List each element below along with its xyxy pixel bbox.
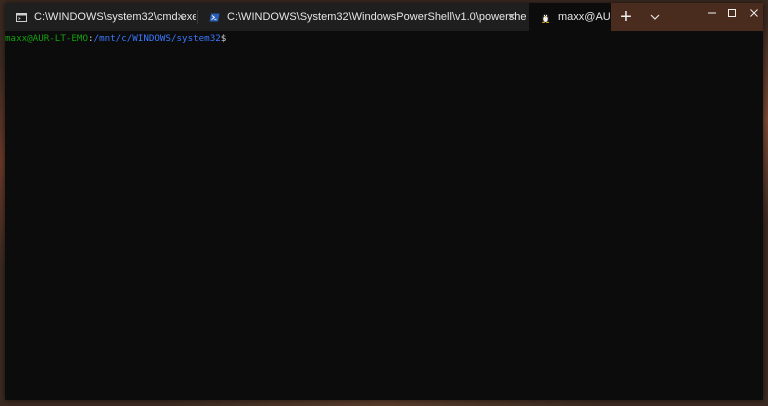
windows-terminal-window: C:\WINDOWS\system32\cmd.exe ✕ C:\WINDOWS… <box>5 3 763 400</box>
tab-powershell[interactable]: C:\WINDOWS\System32\WindowsPowerShell\v1… <box>198 3 527 31</box>
title-bar: C:\WINDOWS\system32\cmd.exe ✕ C:\WINDOWS… <box>5 3 763 31</box>
cmd-icon <box>16 12 27 22</box>
prompt-dollar: $ <box>220 33 227 44</box>
tab-powershell-title: C:\WINDOWS\System32\WindowsPowerShell\v1… <box>227 11 527 23</box>
prompt-path: /mnt/c/WINDOWS/system32 <box>93 33 221 44</box>
shell-prompt: maxx@AUR-LT-EMO:/mnt/c/WINDOWS/system32$ <box>5 33 763 45</box>
maximize-icon <box>728 9 736 17</box>
prompt-user-host: maxx@AUR-LT-EMO <box>5 33 88 44</box>
window-close-button[interactable] <box>739 3 763 23</box>
tab-cmd[interactable]: C:\WINDOWS\system32\cmd.exe ✕ <box>5 3 196 31</box>
linux-penguin-icon <box>541 13 550 23</box>
tab-wsl-title: maxx@AUR-LT-EMO: /mnt/c/WINDOWS/system32 <box>558 11 611 23</box>
minimize-icon <box>708 12 716 14</box>
powershell-icon <box>209 13 220 21</box>
terminal-output-area[interactable]: maxx@AUR-LT-EMO:/mnt/c/WINDOWS/system32$ <box>5 31 763 400</box>
close-icon[interactable]: ✕ <box>174 10 188 24</box>
tab-dropdown-button[interactable] <box>643 3 667 31</box>
new-tab-button[interactable]: + <box>611 3 641 31</box>
close-icon <box>750 9 758 17</box>
chevron-down-icon <box>650 14 660 20</box>
tab-wsl[interactable]: maxx@AUR-LT-EMO: /mnt/c/WINDOWS/system32 <box>529 3 611 31</box>
tab-cmd-title: C:\WINDOWS\system32\cmd.exe <box>34 11 196 23</box>
close-icon[interactable]: ✕ <box>505 10 519 24</box>
